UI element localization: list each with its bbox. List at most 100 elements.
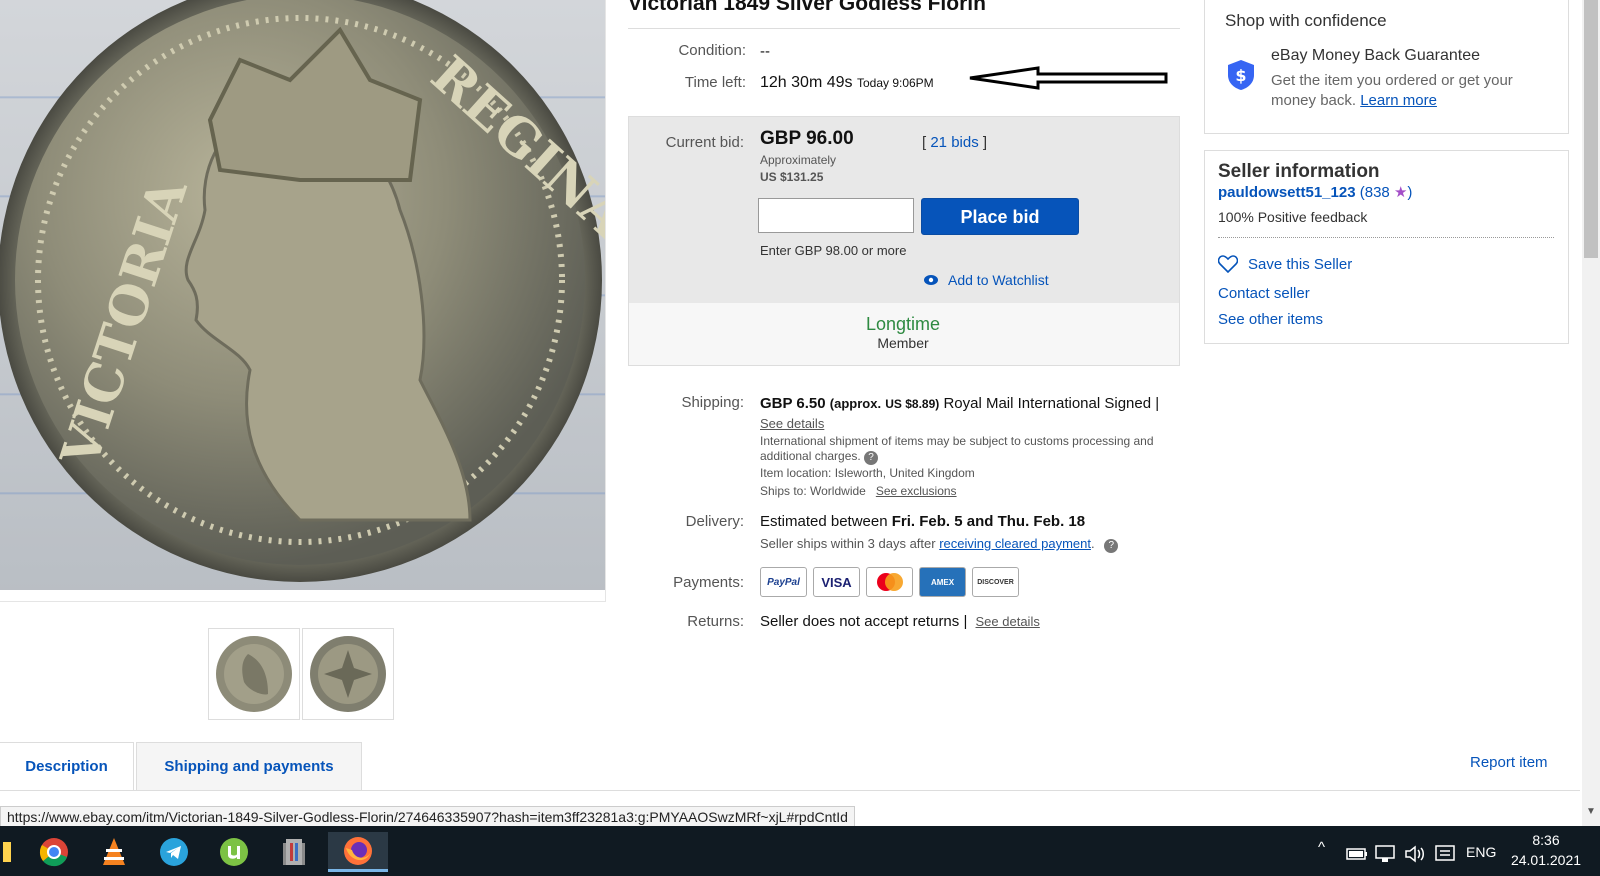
vlc-icon[interactable] bbox=[84, 832, 144, 872]
volume-icon[interactable] bbox=[1404, 844, 1428, 864]
clock-date: 24.01.2021 bbox=[1510, 852, 1582, 868]
condition-value: -- bbox=[760, 43, 770, 60]
payment-methods: PayPal VISA AMEX DISCOVER bbox=[760, 567, 1019, 597]
time-left-end: Today 9:06PM bbox=[856, 76, 934, 90]
status-bar-url: https://www.ebay.com/itm/Victorian-1849-… bbox=[0, 806, 855, 828]
amex-icon: AMEX bbox=[919, 567, 966, 597]
thumbnail-obverse[interactable] bbox=[208, 628, 300, 720]
taskbar-clock[interactable]: 8:36 24.01.2021 bbox=[1504, 830, 1588, 870]
coin-photo: VICTORIA REGINA 1849 bbox=[0, 0, 605, 582]
svg-text:$: $ bbox=[1235, 66, 1246, 85]
network-icon[interactable] bbox=[1374, 844, 1398, 864]
learn-more-link[interactable]: Learn more bbox=[1360, 92, 1437, 109]
thumbnail-reverse[interactable] bbox=[302, 628, 394, 720]
current-bid-value: GBP 96.00 bbox=[760, 128, 854, 149]
save-seller-link[interactable]: Save this Seller bbox=[1218, 255, 1352, 273]
seller-score-close: ) bbox=[1407, 184, 1413, 201]
place-bid-button[interactable]: Place bid bbox=[921, 198, 1079, 235]
delivery-prefix: Estimated between bbox=[760, 513, 888, 530]
member-label: Member bbox=[877, 335, 929, 351]
divider bbox=[1218, 237, 1554, 238]
shipping-approx-prefix: (approx. bbox=[829, 396, 882, 411]
main-product-image[interactable]: VICTORIA REGINA 1849 bbox=[0, 0, 606, 602]
returns-see-details-link[interactable]: See details bbox=[976, 614, 1040, 629]
shipping-service: Royal Mail International Signed | bbox=[943, 395, 1160, 412]
help-icon[interactable]: ? bbox=[1104, 539, 1119, 553]
battery-icon[interactable] bbox=[1346, 846, 1368, 862]
notifications-icon[interactable] bbox=[1434, 844, 1458, 864]
time-left-value: 12h 30m 49s Today 9:06PM bbox=[760, 74, 934, 92]
time-left-label: Time left: bbox=[684, 74, 746, 91]
shop-with-confidence-panel: Shop with confidence $ eBay Money Back G… bbox=[1204, 0, 1569, 134]
customs-notice: International shipment of items may be s… bbox=[760, 434, 1154, 463]
returns-row: Seller does not accept returns | See det… bbox=[760, 613, 1040, 630]
scroll-down-arrow-icon[interactable]: ▼ bbox=[1584, 806, 1598, 824]
seller-feedback: 100% Positive feedback bbox=[1218, 209, 1368, 225]
shipping-price: GBP 6.50 bbox=[760, 395, 826, 412]
guarantee-title: eBay Money Back Guarantee bbox=[1271, 47, 1481, 64]
delivery-label: Delivery: bbox=[685, 513, 744, 530]
condition-label: Condition: bbox=[678, 42, 746, 59]
firefox-icon[interactable] bbox=[328, 832, 388, 872]
contact-seller-link[interactable]: Contact seller bbox=[1218, 285, 1310, 302]
confidence-heading: Shop with confidence bbox=[1225, 11, 1387, 30]
ships-to-row: Ships to: Worldwide See exclusions bbox=[760, 484, 957, 498]
eye-icon bbox=[924, 275, 938, 285]
guarantee-text-wrap: Get the item you ordered or get your mon… bbox=[1271, 71, 1551, 111]
visa-icon: VISA bbox=[813, 567, 860, 597]
returns-label: Returns: bbox=[687, 613, 744, 630]
delivery-estimate: Estimated between Fri. Feb. 5 and Thu. F… bbox=[760, 513, 1085, 530]
chrome-icon[interactable] bbox=[24, 832, 84, 872]
report-item-link[interactable]: Report item bbox=[1470, 754, 1548, 771]
annotation-arrow-icon bbox=[969, 66, 1168, 90]
paypal-icon: PayPal bbox=[760, 567, 807, 597]
start-button[interactable] bbox=[0, 832, 14, 872]
delivery-dates: Fri. Feb. 5 and Thu. Feb. 18 bbox=[891, 513, 1086, 530]
bids-count[interactable]: 21 bids bbox=[930, 134, 978, 151]
item-location: Item location: Isleworth, United Kingdom bbox=[760, 466, 975, 480]
tab-description[interactable]: Description bbox=[0, 742, 134, 790]
payments-label: Payments: bbox=[673, 574, 744, 591]
heart-icon bbox=[1218, 255, 1238, 273]
scrollbar-thumb[interactable] bbox=[1584, 0, 1598, 258]
seller-information-panel: Seller information pauldowsett51_123 (83… bbox=[1204, 150, 1569, 344]
telegram-icon[interactable] bbox=[144, 832, 204, 872]
delivery-note: Seller ships within 3 days after receivi… bbox=[760, 536, 1119, 553]
mastercard-icon bbox=[866, 567, 913, 597]
time-left-countdown: 12h 30m 49s bbox=[760, 74, 853, 91]
add-to-watchlist-link[interactable]: Add to Watchlist bbox=[924, 272, 1049, 288]
shipping-see-details-link[interactable]: See details bbox=[760, 416, 824, 431]
shipping-label: Shipping: bbox=[681, 394, 744, 411]
seller-name-link[interactable]: pauldowsett51_123 bbox=[1218, 184, 1356, 201]
shipping-approx-value: US $8.89) bbox=[885, 397, 940, 411]
shipping-summary: GBP 6.50 (approx. US $8.89) Royal Mail I… bbox=[760, 394, 1160, 433]
archive-app-icon[interactable] bbox=[264, 832, 324, 872]
thumbnail-strip bbox=[208, 628, 394, 720]
save-seller-label[interactable]: Save this Seller bbox=[1248, 256, 1352, 273]
see-other-items-link[interactable]: See other items bbox=[1218, 311, 1323, 328]
seller-score[interactable]: (838 bbox=[1360, 184, 1390, 201]
ships-to: Ships to: Worldwide bbox=[760, 484, 866, 498]
help-icon[interactable]: ? bbox=[864, 451, 879, 465]
tab-shipping-payments[interactable]: Shipping and payments bbox=[136, 742, 362, 790]
seller-name-row: pauldowsett51_123 (838 ★) bbox=[1218, 183, 1412, 201]
bid-amount-input[interactable] bbox=[758, 198, 914, 233]
shipping-notice: International shipment of items may be s… bbox=[760, 434, 1164, 465]
see-exclusions-link[interactable]: See exclusions bbox=[876, 484, 957, 498]
divider bbox=[628, 28, 1180, 29]
clock-time: 8:36 bbox=[1532, 832, 1560, 848]
ebay-listing-page: VICTORIA REGINA 1849 Victorian 1849 Silv… bbox=[0, 0, 1600, 876]
ships-within: Seller ships within 3 days after bbox=[760, 536, 936, 551]
language-indicator[interactable]: ENG bbox=[1466, 844, 1496, 860]
utorrent-icon[interactable] bbox=[204, 832, 264, 872]
approx-value: US $131.25 bbox=[760, 170, 824, 184]
star-icon: ★ bbox=[1393, 184, 1408, 201]
item-title: Victorian 1849 Silver Godless Florin bbox=[628, 0, 986, 15]
watchlist-label[interactable]: Add to Watchlist bbox=[948, 272, 1049, 288]
current-bid-label: Current bid: bbox=[665, 134, 744, 151]
delivery-period: . bbox=[1090, 536, 1095, 551]
bids-count-link[interactable]: [ 21 bids ] bbox=[922, 134, 987, 151]
chevron-up-icon[interactable]: ^ bbox=[1318, 839, 1325, 856]
discover-icon: DISCOVER bbox=[972, 567, 1019, 597]
cleared-payment-link[interactable]: receiving cleared payment bbox=[939, 536, 1091, 551]
